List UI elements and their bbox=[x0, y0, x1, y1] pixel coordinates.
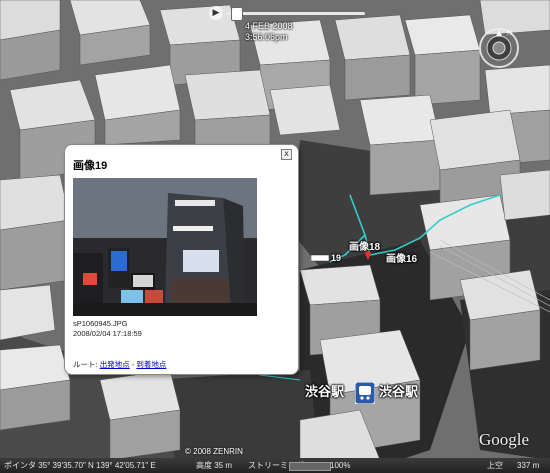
time-date: 4 FEB 2008 bbox=[245, 21, 293, 31]
compass-icon[interactable]: N bbox=[477, 26, 521, 70]
station-label-right[interactable]: 渋谷駅 bbox=[379, 381, 418, 400]
streaming-progress-bar bbox=[289, 462, 331, 471]
photo-datetime: 2008/02/04 17:18:59 bbox=[73, 329, 142, 338]
balloon-title: 画像19 bbox=[73, 160, 108, 172]
pointer-coordinates: ポインタ 35° 39'35.70" N 139° 42'05.71" E bbox=[4, 461, 156, 470]
placemark-image19[interactable]: 19 bbox=[331, 253, 341, 263]
compass-north-label: N bbox=[507, 30, 512, 37]
route-links: ルート: 出発地点 - 到着地点 bbox=[73, 359, 166, 370]
close-icon[interactable]: x bbox=[281, 149, 292, 160]
photo-balloon: x 画像19 sP1060945.JPG 2008/02/04 17:18:59… bbox=[64, 144, 299, 375]
train-station-icon[interactable] bbox=[355, 382, 375, 404]
play-icon[interactable]: ▶ bbox=[209, 6, 223, 20]
status-bar: ポインタ 35° 39'35.70" N 139° 42'05.71" E 高度… bbox=[0, 458, 550, 473]
time-slider-track[interactable] bbox=[225, 12, 365, 15]
google-logo: Google bbox=[479, 430, 530, 449]
placemark-image16[interactable]: 画像16 bbox=[386, 250, 417, 265]
eye-altitude-value: 337 m bbox=[517, 461, 540, 470]
copyright-text: © 2008 ZENRIN bbox=[185, 447, 243, 456]
pin-icon[interactable] bbox=[364, 250, 372, 260]
time-slider[interactable]: ▶ bbox=[195, 6, 375, 22]
time-clock: 3:56:06pm bbox=[245, 32, 288, 42]
time-slider-thumb[interactable] bbox=[231, 7, 243, 21]
station-label-left[interactable]: 渋谷駅 bbox=[305, 381, 344, 400]
placemark-label: 画像16 bbox=[386, 254, 418, 265]
placemark-label: 19 bbox=[331, 253, 342, 263]
route-from-link[interactable]: 出発地点 bbox=[100, 360, 130, 369]
photo-filename: sP1060945.JPG bbox=[73, 319, 128, 328]
photo-thumbnail[interactable] bbox=[73, 178, 257, 316]
route-label: ルート: bbox=[73, 360, 98, 369]
placemark-marker-icon[interactable] bbox=[311, 254, 329, 262]
streaming-percent: 100% bbox=[330, 461, 351, 470]
elevation-readout: 高度 35 m bbox=[196, 461, 233, 470]
route-to-link[interactable]: 到着地点 bbox=[136, 360, 166, 369]
eye-altitude-label: 上空 bbox=[487, 461, 503, 470]
time-label: 4 FEB 2008 3:56:06pm bbox=[245, 21, 293, 43]
